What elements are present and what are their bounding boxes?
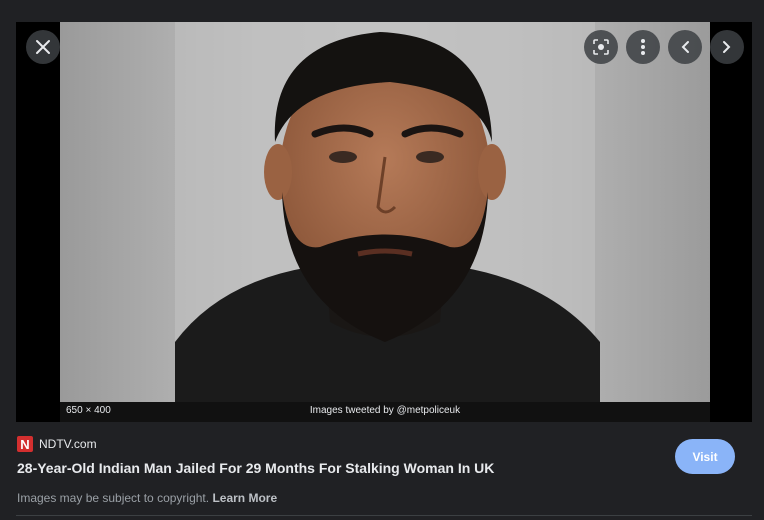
image-caption-bar: 650 × 400 Images tweeted by @metpoliceuk [60,402,710,422]
more-vert-icon [641,39,645,55]
result-title[interactable]: 28-Year-Old Indian Man Jailed For 29 Mon… [17,460,494,476]
close-icon [36,40,50,54]
previous-button[interactable] [668,30,702,64]
more-options-button[interactable] [626,30,660,64]
source-row[interactable]: N NDTV.com [17,436,97,452]
lens-button[interactable] [584,30,618,64]
image-credit: Images tweeted by @metpoliceuk [309,405,461,416]
image-viewer-panel: 650 × 400 Images tweeted by @metpoliceuk [16,22,752,422]
preview-image[interactable] [60,22,710,402]
visit-button[interactable]: Visit [675,439,735,474]
close-button[interactable] [26,30,60,64]
next-button[interactable] [710,30,744,64]
chevron-left-icon [681,41,689,53]
divider [16,515,752,516]
copyright-notice: Images may be subject to copyright. Lear… [17,491,277,505]
learn-more-link[interactable]: Learn More [212,491,277,505]
site-logo: N [17,436,33,452]
lens-icon [593,39,609,55]
chevron-right-icon [723,41,731,53]
copyright-text: Images may be subject to copyright. [17,491,210,505]
site-name[interactable]: NDTV.com [39,437,97,451]
mugshot-illustration [175,22,600,402]
